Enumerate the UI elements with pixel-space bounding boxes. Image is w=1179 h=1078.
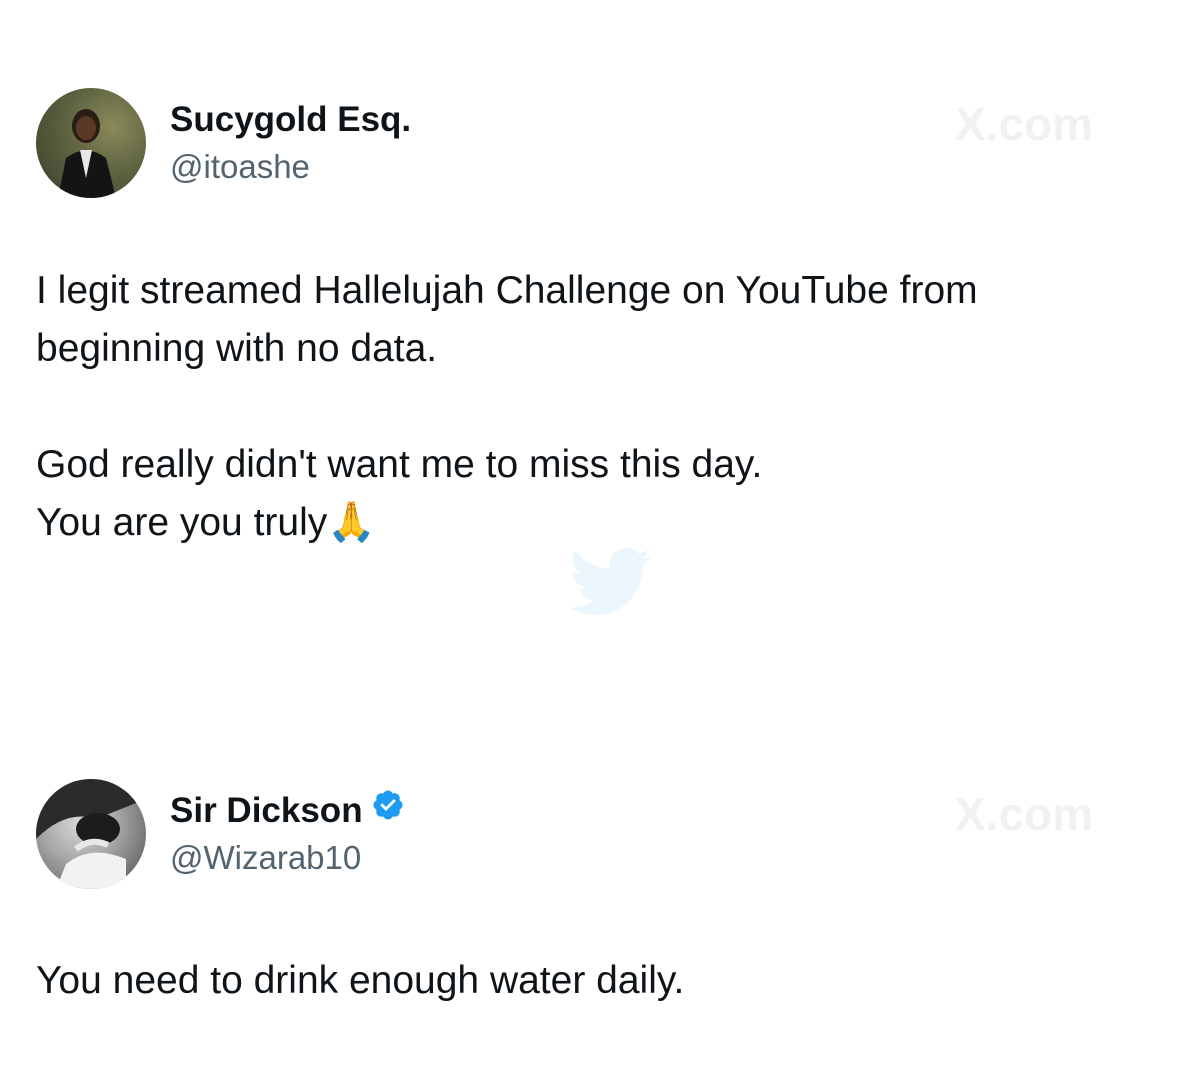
avatar-photo	[58, 109, 116, 198]
bird-icon	[566, 548, 656, 623]
tweet-card[interactable]: Sucygold Esq. @itoashe X.com I legit str…	[0, 0, 1179, 620]
tweet-text: I legit streamed Hallelujah Challenge on…	[36, 262, 1146, 552]
avatar[interactable]	[36, 779, 146, 889]
user-handle[interactable]: @Wizarab10	[170, 839, 361, 877]
tweet-card[interactable]: Sir Dickson @Wizarab10 X.com You need to…	[0, 690, 1179, 1078]
display-name-text: Sucygold Esq.	[170, 100, 412, 139]
display-name[interactable]: Sucygold Esq.	[170, 100, 411, 140]
user-handle[interactable]: @itoashe	[170, 148, 310, 186]
verified-badge-icon	[371, 788, 405, 831]
tweet-line: You need to drink enough water daily.	[36, 959, 685, 1002]
display-name[interactable]: Sir Dickson	[170, 788, 405, 831]
tweet-line: You are you truly🙏	[36, 501, 376, 544]
watermark-text: X.com	[955, 98, 1094, 150]
watermark-text: X.com	[955, 788, 1094, 840]
display-name-text: Sir Dickson	[170, 791, 363, 830]
tweet-line: I legit streamed Hallelujah Challenge on…	[36, 269, 978, 312]
avatar[interactable]	[36, 88, 146, 198]
tweet-text: You need to drink enough water daily.	[36, 952, 1146, 1010]
avatar-photo	[36, 779, 146, 889]
tweet-line: God really didn't want me to miss this d…	[36, 443, 763, 486]
tweet-line: beginning with no data.	[36, 327, 438, 370]
